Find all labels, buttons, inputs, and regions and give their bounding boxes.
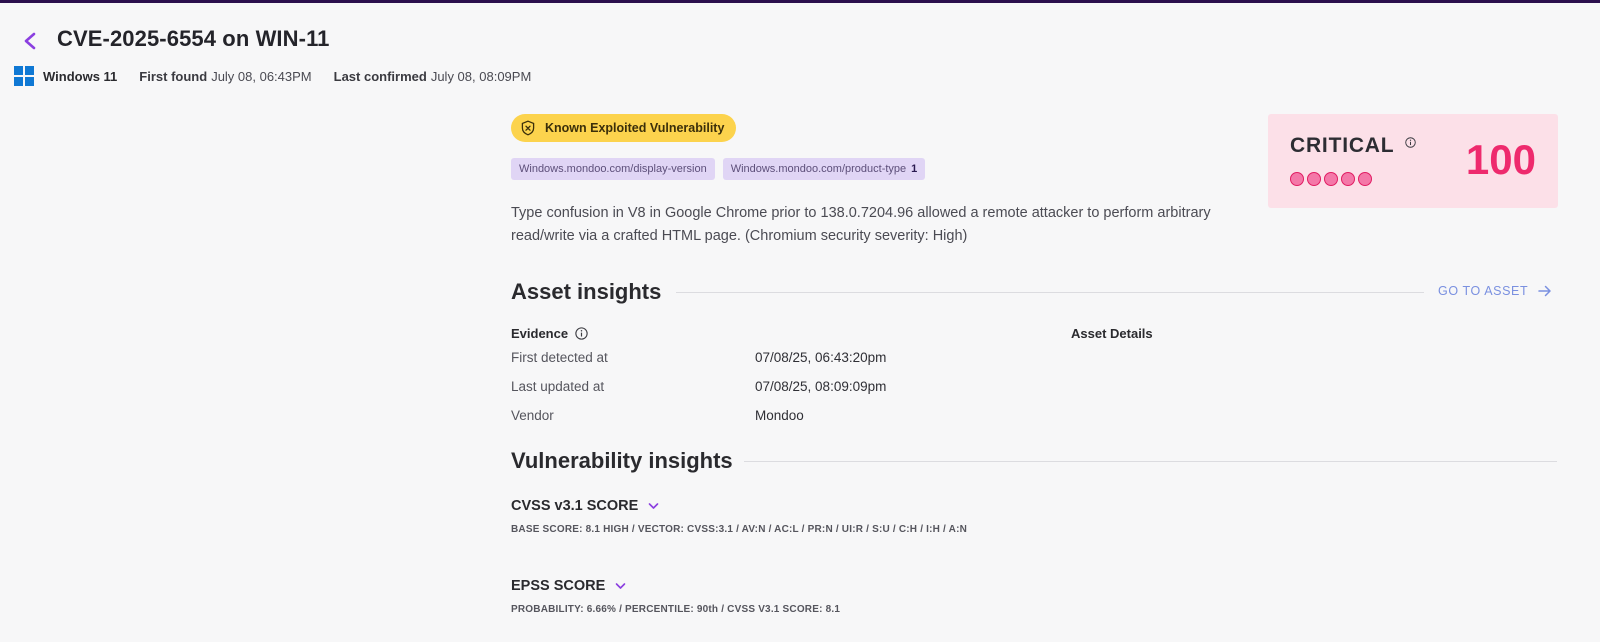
- epss-score-detail: PROBABILITY: 6.66% / PERCENTILE: 90th / …: [511, 604, 841, 615]
- tag-chip[interactable]: Windows.mondoo.com/display-version: [511, 158, 715, 180]
- epss-score-label: EPSS SCORE: [511, 578, 606, 594]
- badge-label: Known Exploited Vulnerability: [545, 121, 725, 135]
- arrow-right-icon: [1538, 285, 1551, 297]
- cvss-score-label: CVSS v3.1 SCORE: [511, 498, 639, 514]
- vulnerability-description: Type confusion in V8 in Google Chrome pr…: [511, 205, 1211, 244]
- tag-count: 1: [911, 163, 918, 175]
- evidence-row-value: 07/08/25, 08:09:09pm: [755, 379, 887, 394]
- page-title: CVE-2025-6554 on WIN-11: [57, 26, 330, 51]
- risk-score-card: CRITICAL 100: [1268, 114, 1558, 208]
- last-confirmed-label: Last confirmed: [333, 68, 427, 84]
- info-icon[interactable]: [575, 327, 588, 340]
- known-exploited-badge: Known Exploited Vulnerability: [511, 114, 737, 142]
- cvss-score-toggle[interactable]: CVSS v3.1 SCORE: [511, 498, 659, 514]
- evidence-row-label: Last updated at: [511, 379, 605, 394]
- chevron-left-icon: [24, 32, 36, 50]
- asset-meta-row: Windows 11 First found July 08, 06:43PM …: [14, 65, 553, 87]
- tag-list: Windows.mondoo.com/display-version Windo…: [511, 158, 933, 180]
- section-divider: [676, 292, 1424, 293]
- windows-icon: [14, 66, 34, 86]
- evidence-row-value: Mondoo: [755, 408, 804, 423]
- last-confirmed-value: July 08, 08:09PM: [430, 68, 532, 84]
- first-found-label: First found: [139, 68, 208, 84]
- severity-label: CRITICAL: [1290, 134, 1395, 157]
- back-button[interactable]: [18, 28, 42, 54]
- severity-dots: [1290, 172, 1375, 186]
- asset-insights-heading: Asset insights: [511, 279, 662, 304]
- cvss-score-detail: BASE SCORE: 8.1 HIGH / VECTOR: CVSS:3.1 …: [511, 524, 968, 535]
- first-found-value: July 08, 06:43PM: [211, 68, 312, 84]
- evidence-heading: Evidence: [511, 326, 588, 341]
- evidence-label: Evidence: [511, 326, 569, 341]
- asset-details-heading: Asset Details: [1071, 326, 1153, 341]
- epss-score-toggle[interactable]: EPSS SCORE: [511, 578, 626, 594]
- risk-score-value: 100: [1465, 136, 1536, 183]
- top-accent-bar: [0, 0, 1600, 3]
- chevron-down-icon: [649, 503, 659, 509]
- severity-dot: [1290, 172, 1304, 186]
- vulnerability-insights-heading: Vulnerability insights: [511, 448, 733, 473]
- shield-x-icon: [521, 120, 535, 136]
- tag-chip[interactable]: Windows.mondoo.com/product-type 1: [722, 158, 926, 180]
- chevron-down-icon: [615, 583, 626, 589]
- tag-label: Windows.mondoo.com/display-version: [519, 163, 707, 175]
- evidence-row-label: First detected at: [511, 350, 608, 365]
- evidence-row-label: Vendor: [511, 408, 554, 423]
- os-name: Windows 11: [43, 68, 118, 84]
- section-divider: [744, 461, 1557, 462]
- severity-dot: [1341, 172, 1355, 186]
- go-to-asset-label: GO TO ASSET: [1438, 284, 1529, 298]
- severity-dot: [1324, 172, 1338, 186]
- info-icon[interactable]: [1405, 137, 1416, 148]
- tag-label: Windows.mondoo.com/product-type: [730, 163, 907, 175]
- severity-dot: [1358, 172, 1372, 186]
- severity-dot: [1307, 172, 1321, 186]
- go-to-asset-link[interactable]: GO TO ASSET: [1438, 284, 1552, 298]
- evidence-row-value: 07/08/25, 06:43:20pm: [755, 350, 887, 365]
